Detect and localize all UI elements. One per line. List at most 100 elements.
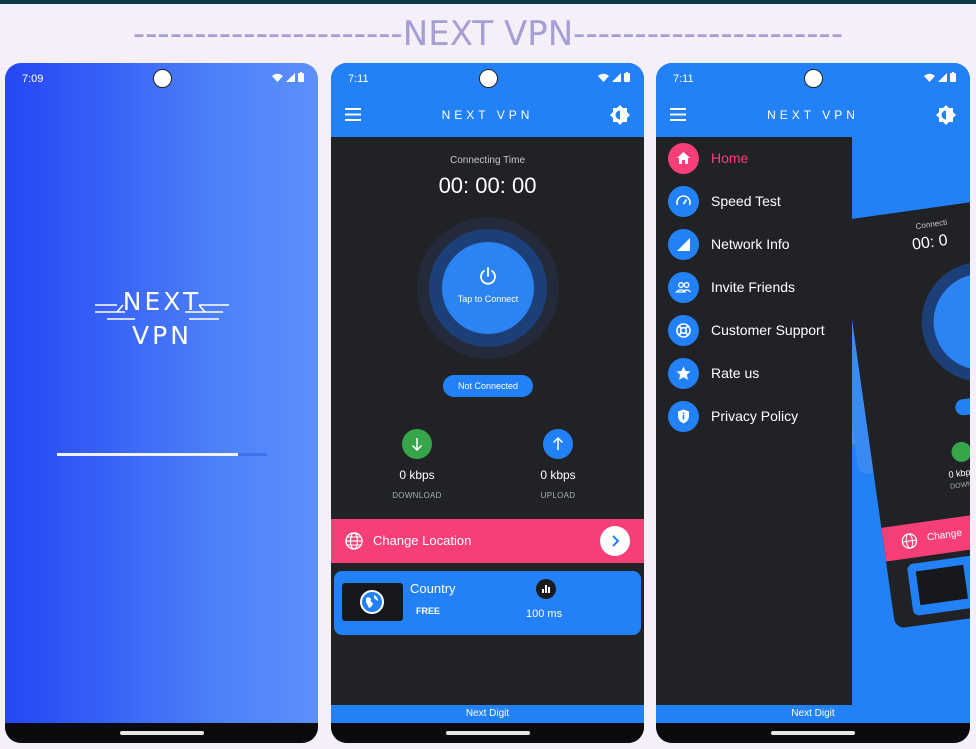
- connection-status-badge: Not Connected: [443, 375, 533, 397]
- globe-icon: [345, 532, 363, 550]
- signal-icon: [677, 237, 690, 251]
- cellular-icon: [938, 72, 947, 82]
- footer-credit: Next Digit: [331, 705, 644, 723]
- drawer-item-customer-support[interactable]: Customer Support: [668, 314, 825, 346]
- logo-text-vpn: VPN: [132, 321, 192, 350]
- drawer-item-privacy-policy[interactable]: Privacy Policy: [668, 400, 798, 432]
- camera-cutout: [478, 69, 498, 88]
- battery-icon: [298, 72, 304, 82]
- cellular-icon: [286, 72, 295, 82]
- status-icons: [598, 72, 630, 82]
- drawer-screen: Connecti 00: 0 0 kbps DOWNLO Change 7:11…: [656, 63, 970, 743]
- drawer-item-rate-us[interactable]: Rate us: [668, 357, 759, 389]
- status-bar: 7:11: [656, 63, 970, 93]
- drawer-item-label: Home: [711, 150, 749, 166]
- drawer-item-label: Customer Support: [711, 322, 825, 338]
- drawer-item-label: Network Info: [711, 236, 790, 252]
- loading-progress-fill: [57, 453, 238, 456]
- connect-label: Tap to Connect: [457, 294, 519, 304]
- globe-flag-icon: [360, 590, 384, 614]
- preview-connecting-label: Connecti: [915, 217, 948, 232]
- drawer-item-label: Invite Friends: [711, 279, 796, 295]
- status-bar: 7:09: [5, 63, 318, 93]
- status-time: 7:11: [348, 73, 369, 85]
- star-icon: [676, 366, 691, 380]
- battery-icon: [950, 72, 956, 82]
- top-border: [0, 0, 976, 4]
- page-headline: ----------------------NEXT VPN----------…: [132, 14, 844, 54]
- upload-speed: 0 kbps: [540, 468, 576, 482]
- chevron-right-icon[interactable]: [600, 526, 630, 556]
- lifebuoy-icon: [676, 322, 691, 338]
- logo-text-next: NEXT: [123, 287, 201, 316]
- status-time: 7:11: [673, 73, 694, 85]
- camera-cutout: [804, 69, 823, 88]
- preview-change-label: Change: [926, 527, 963, 544]
- preview-download-icon: [950, 440, 970, 464]
- shield-icon: [678, 409, 689, 423]
- drawer-item-label: Privacy Policy: [711, 408, 799, 424]
- app-title: NEXT VPN: [441, 108, 534, 122]
- home-screen: 7:11 NEXT VPN Connecting Time 00: 00: 00…: [331, 63, 644, 743]
- server-card[interactable]: Country FREE 100 ms: [334, 571, 641, 635]
- connect-button[interactable]: Tap to Connect: [442, 242, 534, 334]
- status-icons: [924, 72, 956, 82]
- home-gesture-bar[interactable]: [119, 731, 204, 735]
- home-gesture-bar[interactable]: [771, 731, 855, 735]
- system-nav-bar: [331, 723, 644, 743]
- status-icons: [272, 72, 304, 82]
- download-caption: DOWNLOAD: [392, 491, 442, 500]
- drawer-item-home[interactable]: Home: [668, 142, 748, 174]
- download-stat: 0 kbps DOWNLOAD: [367, 429, 467, 500]
- country-name: Country: [410, 581, 456, 596]
- download-arrow-icon: [402, 429, 432, 459]
- home-gesture-bar[interactable]: [445, 731, 530, 735]
- wifi-icon: [598, 73, 609, 82]
- battery-icon: [624, 72, 630, 82]
- drawer-item-label: Rate us: [711, 365, 760, 381]
- change-location-bar[interactable]: Change Location: [331, 519, 644, 563]
- status-bar: 7:11: [331, 63, 644, 93]
- status-time: 7:09: [22, 73, 44, 85]
- preview-kbps: 0 kbps: [947, 466, 970, 480]
- system-nav-bar: [5, 723, 318, 743]
- server-tier: FREE: [416, 606, 441, 616]
- preview-download-caption: DOWNLO: [949, 479, 970, 491]
- connection-timer: 00: 00: 00: [438, 173, 537, 198]
- preview-timer: 00: 0: [911, 231, 949, 254]
- app-bar: NEXT VPN: [656, 93, 970, 137]
- camera-cutout: [152, 69, 172, 88]
- preview-status-pill: [954, 392, 970, 417]
- drawer-item-network-info[interactable]: Network Info: [668, 228, 790, 260]
- theme-toggle-icon[interactable]: [610, 105, 630, 125]
- speedometer-icon: [676, 194, 691, 205]
- upload-arrow-icon: [543, 429, 573, 459]
- drawer-item-label: Speed Test: [711, 193, 781, 209]
- footer-credit: Next Digit: [656, 705, 970, 723]
- connecting-time-label: Connecting Time: [449, 155, 526, 166]
- system-nav-bar: [656, 723, 970, 743]
- loading-progress: [57, 453, 267, 456]
- cellular-icon: [612, 72, 621, 82]
- splash-screen: 7:09 NEXT VPN: [5, 63, 318, 743]
- theme-toggle-icon[interactable]: [936, 105, 956, 125]
- download-speed: 0 kbps: [399, 468, 435, 482]
- upload-stat: 0 kbps UPLOAD: [508, 429, 608, 500]
- navigation-drawer: Home Speed Test Network Info Invite Frie…: [656, 137, 852, 705]
- wifi-icon: [924, 73, 935, 82]
- power-icon: [480, 267, 496, 285]
- signal-bars-icon: [536, 579, 556, 599]
- app-bar: NEXT VPN: [331, 93, 644, 137]
- globe-icon: [901, 533, 918, 549]
- drawer-item-speed-test[interactable]: Speed Test: [668, 185, 781, 217]
- change-location-label: Change Location: [373, 533, 472, 548]
- upload-caption: UPLOAD: [540, 491, 576, 500]
- drawer-item-invite-friends[interactable]: Invite Friends: [668, 271, 795, 303]
- server-ping: 100 ms: [526, 608, 563, 620]
- country-flag: [342, 583, 403, 621]
- app-title: NEXT VPN: [767, 108, 859, 122]
- wifi-icon: [272, 73, 283, 82]
- app-logo: NEXT VPN: [95, 283, 229, 355]
- home-icon: [677, 151, 690, 164]
- preview-change-bar: Change: [881, 504, 970, 562]
